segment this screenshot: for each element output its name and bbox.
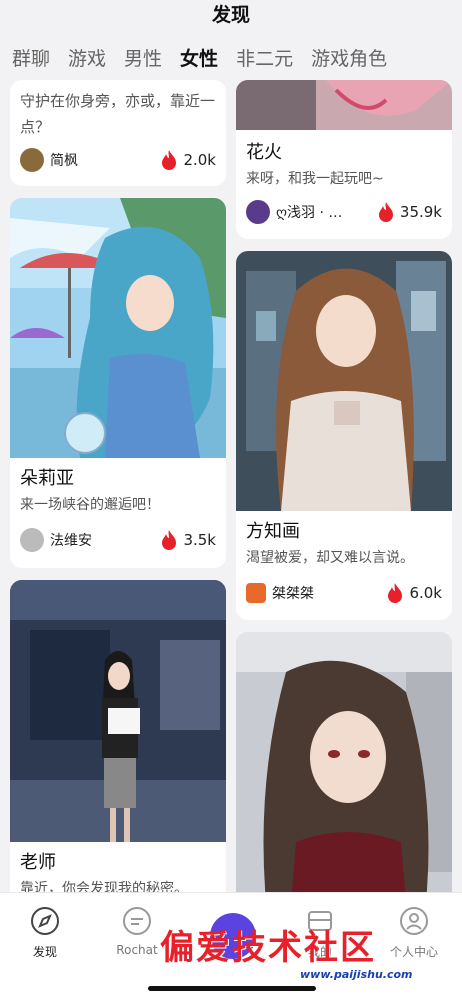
heat-count: 6.0k: [387, 583, 442, 603]
card-author[interactable]: 简枫: [20, 148, 78, 172]
character-illustration: [10, 580, 226, 842]
card-author[interactable]: 桀桀桀: [246, 583, 314, 603]
page-title: 发现: [211, 4, 250, 26]
author-name: 桀桀桀: [272, 586, 314, 602]
card-description: 来一场峡谷的邂逅吧！: [20, 497, 160, 513]
character-card[interactable]: 老师 靠近，你会发现我的秘密。: [10, 580, 226, 910]
tab-game-characters[interactable]: 游戏角色: [311, 44, 387, 74]
compass-icon: [31, 907, 59, 935]
tab-group-chat[interactable]: 群聊: [12, 44, 50, 74]
character-illustration: [236, 251, 452, 511]
author-name: ღ浅羽 · …: [276, 205, 343, 221]
chat-icon: [123, 907, 151, 935]
card-author[interactable]: 法维安: [20, 528, 92, 552]
heat-count: 2.0k: [161, 150, 216, 170]
profile-icon: [400, 907, 428, 935]
character-card[interactable]: 守护在你身旁，亦或，靠近一点？ 简枫 2.0k: [10, 80, 226, 186]
flame-icon: [162, 150, 177, 170]
character-image: [236, 80, 452, 130]
right-column: 花火 来呀，和我一起玩吧~ ღ浅羽 · … 35.9k 方知画 渴望被爱，却又难…: [236, 80, 452, 914]
card-name: 老师: [20, 852, 56, 873]
author-name: 法维安: [50, 533, 92, 549]
card-description: 守护在你身旁，亦或，靠近一点？: [20, 92, 216, 136]
character-illustration: [236, 632, 452, 902]
flame-icon: [162, 530, 177, 550]
character-image: [10, 198, 226, 458]
tab-non-binary[interactable]: 非二元: [236, 44, 293, 74]
card-author[interactable]: ღ浅羽 · …: [246, 200, 342, 224]
card-name: 花火: [246, 142, 282, 163]
character-image: [236, 251, 452, 511]
character-image: [236, 632, 452, 902]
card-name: 朵莉亚: [20, 468, 74, 489]
home-indicator[interactable]: [148, 986, 316, 991]
tab-female[interactable]: 女性: [180, 44, 218, 74]
flame-icon: [388, 583, 403, 603]
card-description: 来呀，和我一起玩吧~: [246, 171, 384, 187]
header: 发现 群聊 游戏 男性 女性 非二元 游戏角色: [0, 0, 462, 80]
card-description: 渴望被爱，却又难以言说。: [246, 550, 414, 566]
card-name: 方知画: [246, 521, 300, 542]
tab-games[interactable]: 游戏: [68, 44, 106, 74]
character-card[interactable]: 朵莉亚 来一场峡谷的邂逅吧！ 法维安 3.5k: [10, 198, 226, 568]
watermark-url: www.paijishu.com: [300, 968, 413, 981]
avatar: [246, 583, 266, 603]
heat-count: 3.5k: [161, 530, 216, 550]
tab-male[interactable]: 男性: [124, 44, 162, 74]
character-image: [10, 580, 226, 842]
avatar: [20, 528, 44, 552]
category-tabs: 群聊 游戏 男性 女性 非二元 游戏角色: [12, 44, 462, 74]
character-illustration: [236, 80, 452, 130]
character-card[interactable]: 花火 来呀，和我一起玩吧~ ღ浅羽 · … 35.9k: [236, 80, 452, 239]
character-card[interactable]: [236, 632, 452, 902]
avatar: [246, 200, 270, 224]
flame-icon: [378, 202, 393, 222]
heat-count: 35.9k: [378, 202, 442, 222]
author-name: 简枫: [50, 153, 78, 169]
character-card[interactable]: 方知画 渴望被爱，却又难以言说。 桀桀桀 6.0k: [236, 251, 452, 620]
avatar: [20, 148, 44, 172]
nav-profile[interactable]: 个人中心: [374, 905, 454, 960]
watermark-text: 偏爱技术社区: [160, 928, 376, 968]
character-illustration: [10, 198, 226, 458]
nav-discover[interactable]: 发现: [5, 905, 85, 960]
left-column: 守护在你身旁，亦或，靠近一点？ 简枫 2.0k 朵莉亚 来一场峡谷的邂逅吧！ 法…: [10, 80, 226, 922]
